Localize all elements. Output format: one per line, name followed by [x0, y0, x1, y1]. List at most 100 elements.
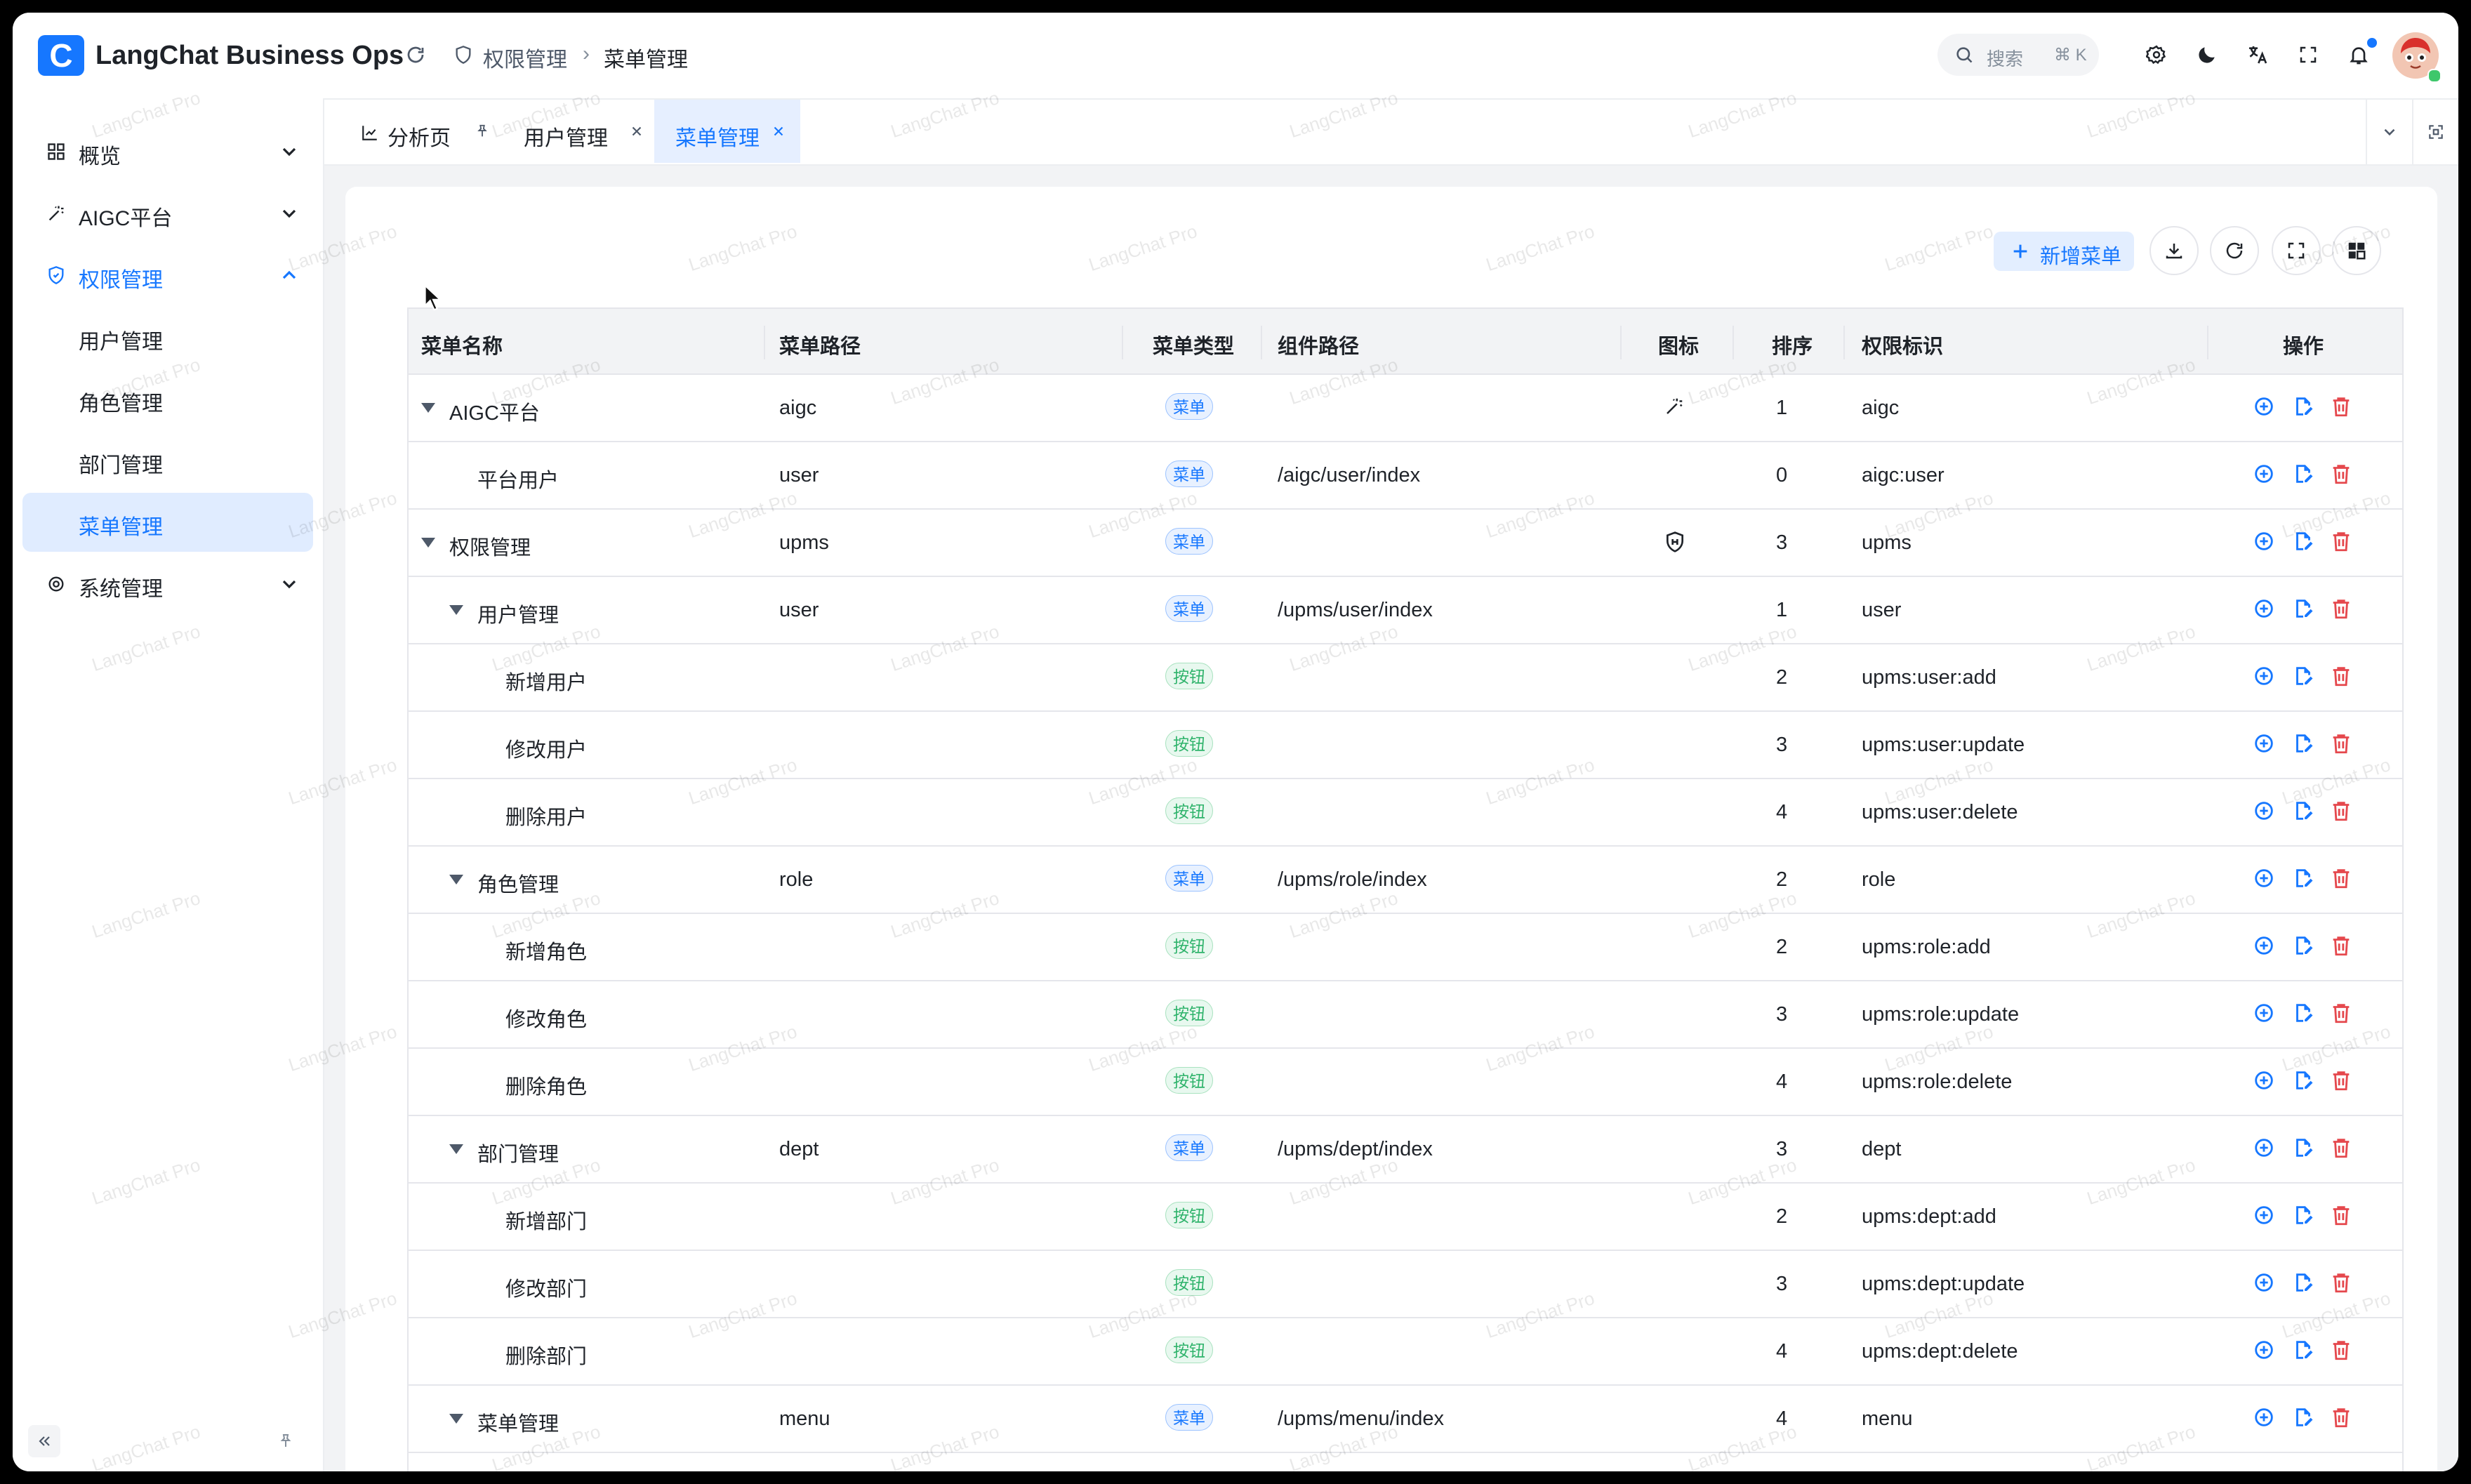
- edit-icon[interactable]: [2291, 1271, 2315, 1294]
- search-box[interactable]: 搜索 ⌘ K: [1937, 34, 2099, 76]
- add-child-icon[interactable]: [2252, 934, 2276, 958]
- close-icon[interactable]: [629, 124, 644, 139]
- delete-icon[interactable]: [2329, 664, 2353, 688]
- add-child-icon[interactable]: [2252, 1136, 2276, 1160]
- download-button[interactable]: [2149, 226, 2199, 275]
- expand-toggle-icon[interactable]: [449, 875, 463, 885]
- sidebar-item-roles[interactable]: 角色管理: [22, 369, 313, 428]
- edit-icon[interactable]: [2291, 664, 2315, 688]
- sidebar-item-users[interactable]: 用户管理: [22, 307, 313, 366]
- table-row[interactable]: 删除角色 按钮 4 upms:role:delete: [407, 1049, 2404, 1116]
- add-child-icon[interactable]: [2252, 462, 2276, 486]
- settings-icon[interactable]: [2141, 39, 2172, 70]
- delete-icon[interactable]: [2329, 1405, 2353, 1429]
- delete-icon[interactable]: [2329, 395, 2353, 418]
- delete-icon[interactable]: [2329, 934, 2353, 958]
- sidebar-item-menus[interactable]: 菜单管理: [22, 493, 313, 552]
- delete-icon[interactable]: [2329, 1271, 2353, 1294]
- pin-icon[interactable]: [475, 124, 490, 139]
- expand-toggle-icon[interactable]: [421, 403, 435, 413]
- tab-user-management[interactable]: 用户管理: [505, 100, 654, 163]
- column-settings-button[interactable]: [2332, 226, 2381, 275]
- collapse-sidebar-button[interactable]: [28, 1425, 60, 1457]
- delete-icon[interactable]: [2329, 529, 2353, 553]
- add-child-icon[interactable]: [2252, 799, 2276, 823]
- column-header-permission[interactable]: 权限标识: [1862, 330, 1943, 359]
- edit-icon[interactable]: [2291, 1405, 2315, 1429]
- column-header-name[interactable]: 菜单名称: [421, 330, 503, 359]
- edit-icon[interactable]: [2291, 866, 2315, 890]
- delete-icon[interactable]: [2329, 799, 2353, 823]
- table-row[interactable]: 新增部门 按钮 2 upms:dept:add: [407, 1184, 2404, 1251]
- sidebar-item-system[interactable]: 系统管理: [22, 555, 313, 614]
- add-child-icon[interactable]: [2252, 395, 2276, 418]
- pin-sidebar-button[interactable]: [270, 1425, 302, 1457]
- table-row[interactable]: 菜单管理 menu 菜单/upms/menu/index 4 menu: [407, 1386, 2404, 1453]
- add-child-icon[interactable]: [2252, 1338, 2276, 1362]
- column-header-path[interactable]: 菜单路径: [779, 330, 861, 359]
- expand-toggle-icon[interactable]: [449, 605, 463, 615]
- table-row[interactable]: 权限管理 upms 菜单 3 upms: [407, 510, 2404, 577]
- sidebar-item-permission[interactable]: 权限管理: [22, 246, 313, 305]
- edit-icon[interactable]: [2291, 1338, 2315, 1362]
- edit-icon[interactable]: [2291, 731, 2315, 755]
- refresh-icon[interactable]: [400, 39, 431, 70]
- sidebar-item-departments[interactable]: 部门管理: [22, 431, 313, 490]
- add-child-icon[interactable]: [2252, 529, 2276, 553]
- column-header-component[interactable]: 组件路径: [1278, 330, 1359, 359]
- delete-icon[interactable]: [2329, 1068, 2353, 1092]
- table-row[interactable]: 修改用户 按钮 3 upms:user:update: [407, 712, 2404, 779]
- add-child-icon[interactable]: [2252, 1001, 2276, 1025]
- sidebar-item-aigc[interactable]: AIGC平台: [22, 184, 313, 243]
- table-row[interactable]: 删除部门 按钮 4 upms:dept:delete: [407, 1318, 2404, 1386]
- add-child-icon[interactable]: [2252, 866, 2276, 890]
- add-child-icon[interactable]: [2252, 1068, 2276, 1092]
- delete-icon[interactable]: [2329, 866, 2353, 890]
- close-icon[interactable]: [771, 124, 786, 139]
- edit-icon[interactable]: [2291, 1136, 2315, 1160]
- edit-icon[interactable]: [2291, 1203, 2315, 1227]
- delete-icon[interactable]: [2329, 597, 2353, 621]
- add-child-icon[interactable]: [2252, 1203, 2276, 1227]
- reload-table-button[interactable]: [2210, 226, 2259, 275]
- add-child-icon[interactable]: [2252, 597, 2276, 621]
- edit-icon[interactable]: [2291, 934, 2315, 958]
- fullscreen-icon[interactable]: [2293, 39, 2324, 70]
- expand-toggle-icon[interactable]: [421, 538, 435, 548]
- table-row[interactable]: AIGC平台 aigc 菜单 1 aigc: [407, 375, 2404, 442]
- table-row[interactable]: 用户管理 user 菜单/upms/user/index 1 user: [407, 577, 2404, 644]
- tab-menu-management[interactable]: 菜单管理: [654, 100, 800, 163]
- column-header-icon[interactable]: 图标: [1658, 330, 1699, 359]
- edit-icon[interactable]: [2291, 395, 2315, 418]
- tabs-dropdown-button[interactable]: [2366, 100, 2412, 164]
- table-row[interactable]: 修改部门 按钮 3 upms:dept:update: [407, 1251, 2404, 1318]
- table-row[interactable]: 修改角色 按钮 3 upms:role:update: [407, 981, 2404, 1049]
- column-header-sort[interactable]: 排序: [1772, 330, 1813, 359]
- edit-icon[interactable]: [2291, 529, 2315, 553]
- tabs-maximize-button[interactable]: [2412, 100, 2458, 164]
- delete-icon[interactable]: [2329, 1203, 2353, 1227]
- add-child-icon[interactable]: [2252, 731, 2276, 755]
- tab-analysis[interactable]: 分析页: [324, 100, 493, 163]
- sidebar-item-overview[interactable]: 概览: [22, 122, 313, 181]
- expand-toggle-icon[interactable]: [449, 1144, 463, 1154]
- delete-icon[interactable]: [2329, 731, 2353, 755]
- dark-mode-icon[interactable]: [2192, 39, 2222, 70]
- table-row[interactable]: 删除用户 按钮 4 upms:user:delete: [407, 779, 2404, 847]
- table-fullscreen-button[interactable]: [2272, 226, 2321, 275]
- column-header-type[interactable]: 菜单类型: [1153, 330, 1234, 359]
- delete-icon[interactable]: [2329, 462, 2353, 486]
- table-row[interactable]: 角色管理 role 菜单/upms/role/index 2 role: [407, 847, 2404, 914]
- expand-toggle-icon[interactable]: [449, 1414, 463, 1424]
- table-row[interactable]: 新增角色 按钮 2 upms:role:add: [407, 914, 2404, 981]
- breadcrumb-parent[interactable]: 权限管理: [483, 42, 567, 73]
- edit-icon[interactable]: [2291, 1001, 2315, 1025]
- add-child-icon[interactable]: [2252, 1271, 2276, 1294]
- add-child-icon[interactable]: [2252, 1405, 2276, 1429]
- add-menu-button[interactable]: 新增菜单: [1994, 232, 2134, 271]
- edit-icon[interactable]: [2291, 462, 2315, 486]
- delete-icon[interactable]: [2329, 1136, 2353, 1160]
- table-row[interactable]: 新增用户 按钮 2 upms:user:add: [407, 644, 2404, 712]
- edit-icon[interactable]: [2291, 1068, 2315, 1092]
- table-row[interactable]: 部门管理 dept 菜单/upms/dept/index 3 dept: [407, 1116, 2404, 1184]
